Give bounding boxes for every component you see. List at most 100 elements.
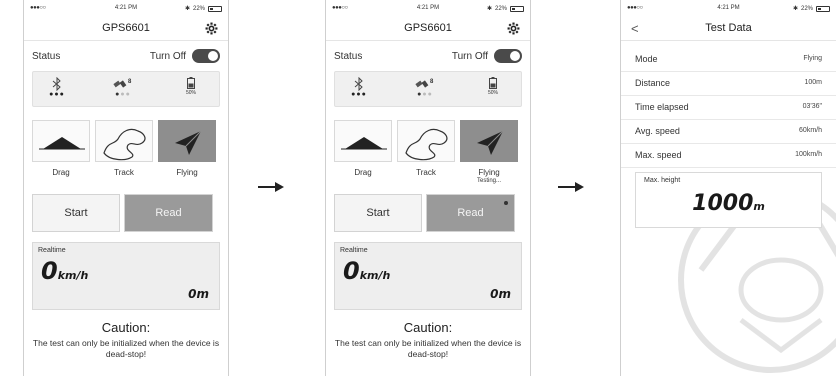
mode-tile-drag[interactable] bbox=[334, 120, 392, 162]
device-battery-indicator: 50% bbox=[473, 77, 513, 96]
row-label-distance: Distance bbox=[635, 78, 671, 88]
row-value-time-elapsed: 03'36" bbox=[802, 103, 822, 110]
gps-indicator: 8 ●●● bbox=[405, 77, 445, 99]
power-toggle[interactable] bbox=[192, 49, 220, 63]
speed-readout: 0km/h bbox=[41, 257, 88, 285]
speed-readout: 0km/h bbox=[343, 257, 390, 285]
gps-count: 8 bbox=[430, 79, 434, 85]
mode-tile-drag[interactable] bbox=[32, 120, 90, 162]
max-height-card: Max. height 1000m bbox=[635, 172, 822, 228]
power-toggle[interactable] bbox=[494, 49, 522, 63]
device-status-panel: ●●● 8 ●●● 50% bbox=[334, 71, 522, 107]
arrow-right-icon bbox=[558, 182, 584, 192]
speed-value: 0 bbox=[343, 257, 360, 285]
drag-strip-icon bbox=[341, 137, 387, 150]
battery-icon bbox=[510, 5, 524, 12]
mode-tile-flying[interactable] bbox=[158, 120, 216, 162]
bluetooth-status-icon: ✱ bbox=[184, 6, 190, 12]
battery-icon bbox=[208, 5, 222, 12]
row-label-mode: Mode bbox=[635, 54, 658, 64]
status-label: Status bbox=[32, 51, 61, 62]
nav-bar: GPS6601 bbox=[326, 19, 530, 41]
bluetooth-status-icon: ✱ bbox=[792, 6, 798, 12]
test-data-row: Avg. speed 60km/h bbox=[621, 120, 836, 144]
satellite-icon: 8 bbox=[415, 79, 434, 88]
mode-label-drag: Drag bbox=[354, 168, 372, 177]
testing-status: Testing... bbox=[476, 178, 501, 184]
row-label-max-speed: Max. speed bbox=[635, 150, 682, 160]
bluetooth-status-icon: ✱ bbox=[486, 6, 492, 12]
gps-strength-dots: ●●● bbox=[115, 91, 131, 98]
race-track-icon bbox=[103, 128, 146, 161]
test-data-row: Mode Flying bbox=[621, 48, 836, 72]
max-height-label: Max. height bbox=[644, 177, 681, 184]
bluetooth-strength-dots: ●●● bbox=[49, 91, 65, 98]
status-label: Status bbox=[334, 51, 363, 62]
race-track-icon bbox=[405, 128, 448, 161]
phone-screen-mode-select: ●●●○○ 4:21 PM ✱ 22% GPS6601 Status Turn … bbox=[23, 0, 229, 376]
caution-text: The test can only be initialized when th… bbox=[32, 338, 220, 359]
bluetooth-indicator: ●●● bbox=[37, 77, 77, 99]
bluetooth-icon bbox=[52, 77, 61, 91]
realtime-panel: Realtime 0km/h 0m bbox=[334, 242, 522, 310]
satellite-icon: 8 bbox=[113, 79, 132, 88]
test-data-row: Distance 100m bbox=[621, 72, 836, 96]
start-button[interactable]: Start bbox=[32, 194, 120, 232]
paper-plane-icon bbox=[477, 130, 504, 155]
mode-label-flying: Flying bbox=[176, 168, 198, 177]
row-value-avg-speed: 60km/h bbox=[799, 127, 822, 134]
read-button-label: Read bbox=[457, 207, 484, 219]
bluetooth-indicator: ●●● bbox=[339, 77, 379, 99]
status-bar: ●●●○○ 4:21 PM ✱ 22% bbox=[627, 5, 830, 15]
battery-level-icon bbox=[489, 77, 497, 89]
caution-text: The test can only be initialized when th… bbox=[334, 338, 522, 359]
read-button[interactable]: Read bbox=[426, 194, 515, 232]
caution-title: Caution: bbox=[403, 320, 453, 335]
distance-readout: 0m bbox=[490, 287, 511, 301]
device-battery-percent: 50% bbox=[487, 90, 498, 96]
phone-screen-test-data: ●●●○○ 4:21 PM ✱ 22% < Test Data Mode Fly… bbox=[620, 0, 836, 376]
page-title: GPS6601 bbox=[102, 22, 150, 34]
read-button[interactable]: Read bbox=[124, 194, 213, 232]
mode-selector: Drag Track Flying bbox=[32, 120, 220, 180]
distance-readout: 0m bbox=[188, 287, 209, 301]
distance-unit: m bbox=[196, 287, 209, 301]
turn-off-label: Turn Off bbox=[149, 51, 186, 62]
row-label-time-elapsed: Time elapsed bbox=[635, 102, 689, 112]
status-bar: ●●●○○ 4:21 PM ✱ 22% bbox=[30, 5, 222, 15]
bluetooth-strength-dots: ●●● bbox=[351, 91, 367, 98]
mode-tile-track[interactable] bbox=[95, 120, 153, 162]
bluetooth-icon bbox=[354, 77, 363, 91]
speed-unit: km/h bbox=[359, 269, 391, 282]
max-height-readout: 1000m bbox=[636, 191, 821, 216]
mode-label-flying: Flying bbox=[478, 168, 500, 177]
page-title: GPS6601 bbox=[404, 22, 452, 34]
status-row: Status Turn Off bbox=[334, 47, 522, 67]
turn-off-label: Turn Off bbox=[451, 51, 488, 62]
gps-count: 8 bbox=[128, 79, 132, 85]
mode-tile-track[interactable] bbox=[397, 120, 455, 162]
mode-label-track: Track bbox=[416, 168, 436, 177]
mode-label-drag: Drag bbox=[52, 168, 70, 177]
status-bar: ●●●○○ 4:21 PM ✱ 22% bbox=[332, 5, 524, 15]
arrow-right-icon bbox=[258, 182, 284, 192]
gear-icon[interactable] bbox=[205, 22, 218, 35]
start-button[interactable]: Start bbox=[334, 194, 422, 232]
battery-percent: 22% bbox=[192, 5, 205, 12]
device-status-panel: ●●● 8 ●●● 50% bbox=[32, 71, 220, 107]
drag-strip-icon bbox=[39, 137, 85, 150]
test-data-row: Time elapsed 03'36" bbox=[621, 96, 836, 120]
gps-strength-dots: ●●● bbox=[417, 91, 433, 98]
phone-screen-testing: ●●●○○ 4:21 PM ✱ 22% GPS6601 Status Turn … bbox=[325, 0, 531, 376]
mode-selector: Drag Track Flying Testing... bbox=[334, 120, 522, 184]
device-battery-indicator: 50% bbox=[171, 77, 211, 96]
row-value-max-speed: 100km/h bbox=[795, 151, 822, 158]
gear-icon[interactable] bbox=[507, 22, 520, 35]
caution-title: Caution: bbox=[101, 320, 151, 335]
realtime-panel: Realtime 0km/h 0m bbox=[32, 242, 220, 310]
mode-label-track: Track bbox=[114, 168, 134, 177]
gps-indicator: 8 ●●● bbox=[103, 77, 143, 99]
notification-dot bbox=[504, 201, 508, 205]
speed-value: 0 bbox=[41, 257, 58, 285]
mode-tile-flying[interactable] bbox=[460, 120, 518, 162]
